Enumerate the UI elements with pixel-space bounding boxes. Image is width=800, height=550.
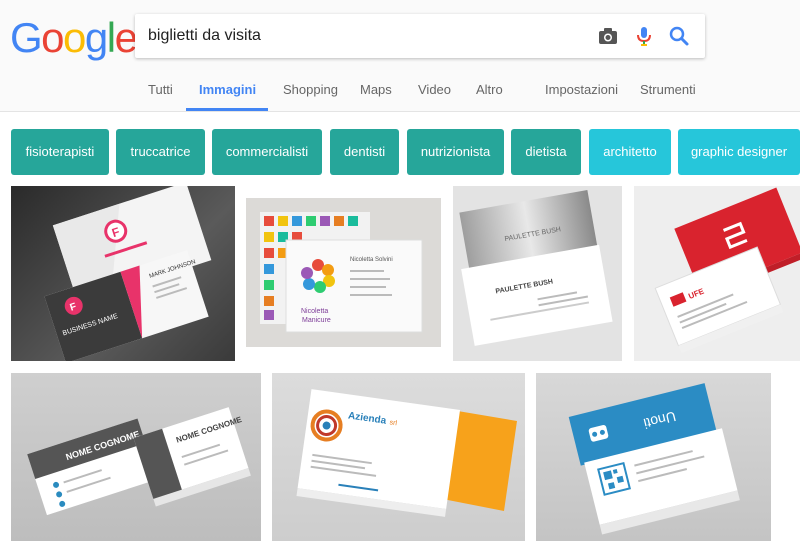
- camera-icon[interactable]: [597, 25, 619, 47]
- chip-dietista[interactable]: dietista: [511, 129, 581, 175]
- logo-letter: l: [106, 14, 116, 61]
- image-result-2[interactable]: Nicoletta Manicure Nicoletta Solvini: [246, 198, 441, 347]
- logo-letter: G: [10, 14, 43, 61]
- search-input[interactable]: biglietti da visita: [148, 27, 261, 45]
- chip-architetto[interactable]: architetto: [589, 129, 671, 175]
- chip-fisioterapisti[interactable]: fisioterapisti: [11, 129, 109, 175]
- logo-letter: g: [84, 14, 108, 61]
- search-tabs: Tutti Immagini Shopping Maps Video Altro…: [0, 74, 800, 112]
- tab-tutti[interactable]: Tutti: [148, 82, 173, 97]
- image-result-3[interactable]: PAULETTE BUSH PAULETTE BUSH: [453, 186, 622, 361]
- chip-dentisti[interactable]: dentisti: [330, 129, 399, 175]
- logo-letter: o: [63, 14, 86, 61]
- image-result-4[interactable]: UFE: [634, 186, 800, 361]
- card2-brand-bottom: Manicure: [302, 317, 331, 324]
- card2-brand-top: Nicoletta: [301, 308, 328, 315]
- business-card-image: PAULETTE BUSH PAULETTE BUSH: [459, 189, 613, 346]
- tab-maps[interactable]: Maps: [360, 82, 392, 97]
- card2-person-name: Nicoletta Solvini: [350, 257, 393, 263]
- tab-impostazioni[interactable]: Impostazioni: [545, 82, 618, 97]
- tab-altro[interactable]: Altro: [476, 82, 503, 97]
- google-logo[interactable]: Google: [10, 14, 138, 62]
- business-card-image: Unoti: [568, 383, 740, 535]
- chip-truccatrice[interactable]: truccatrice: [116, 129, 205, 175]
- image-result-5[interactable]: NOME COGNOME NOME COGNOME: [11, 373, 261, 541]
- related-search-chips: fisioterapisti truccatrice commercialist…: [0, 129, 800, 175]
- image-result-6[interactable]: Azienda srl: [272, 373, 525, 541]
- chip-commercialisti[interactable]: commercialisti: [212, 129, 322, 175]
- microphone-icon[interactable]: [633, 25, 655, 47]
- logo-letter: o: [41, 14, 64, 61]
- tab-video[interactable]: Video: [418, 82, 451, 97]
- image-result-1[interactable]: F F BUSINESS NAME MARK JOHNSON: [11, 186, 235, 361]
- business-card-image: Azienda srl: [296, 389, 517, 517]
- image-result-7[interactable]: Unoti: [536, 373, 771, 541]
- logo-letter: e: [114, 14, 138, 61]
- chip-nutrizionista[interactable]: nutrizionista: [407, 129, 504, 175]
- business-card-image: UFE: [654, 187, 800, 354]
- active-tab-indicator: [186, 108, 268, 111]
- business-card-image: NOME COGNOME NOME COGNOME: [27, 407, 251, 516]
- tab-immagini[interactable]: Immagini: [199, 82, 256, 97]
- card6-brand-suffix: srl: [389, 419, 398, 427]
- tab-strumenti[interactable]: Strumenti: [640, 82, 696, 97]
- search-icon[interactable]: [668, 25, 690, 47]
- tab-shopping[interactable]: Shopping: [283, 82, 338, 97]
- business-card-image: Nicoletta Manicure Nicoletta Solvini: [260, 212, 423, 333]
- business-card-image: F F BUSINESS NAME MARK JOHNSON: [44, 186, 212, 361]
- chip-graphic-designer[interactable]: graphic designer: [678, 129, 800, 175]
- header: Google biglietti da visita Tutti Immagin…: [0, 0, 800, 112]
- search-box[interactable]: biglietti da visita: [135, 14, 705, 58]
